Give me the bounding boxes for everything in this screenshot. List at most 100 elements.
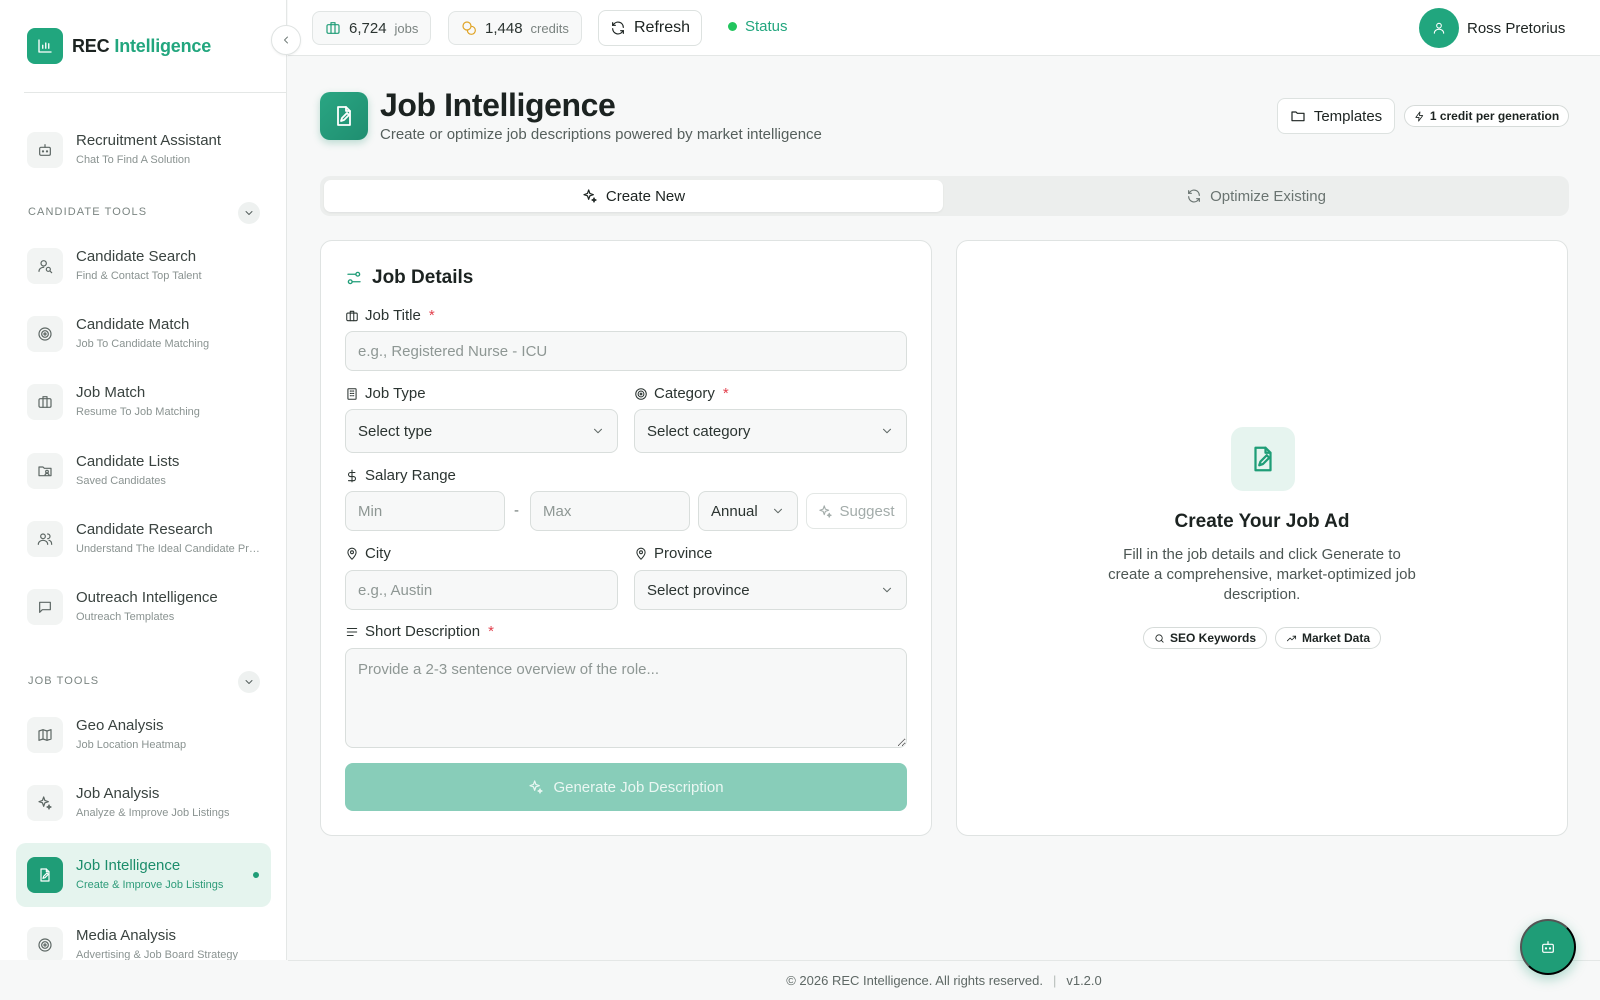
generate-job-description-button[interactable]: Generate Job Description [345,763,907,811]
sidebar-item-outreach-intelligence[interactable]: Outreach Intelligence Outreach Templates [16,575,271,639]
assistant-chat-button[interactable] [1520,919,1576,975]
active-indicator-dot [253,872,259,878]
sidebar-item-subtitle: Outreach Templates [76,611,175,623]
tab-label: Create New [605,187,686,205]
templates-label: Templates [1313,107,1383,125]
generate-label: Generate Job Description [553,778,724,796]
salary-period-value: Annual [711,502,758,520]
file-pen-icon [1231,427,1295,491]
sidebar-item-subtitle: Create & Improve Job Listings [76,879,224,891]
empty-state-text: Fill in the job details and click Genera… [1108,546,1416,603]
seo-keywords-chip: SEO Keywords [1143,627,1268,649]
province-select[interactable]: Select province [634,570,907,610]
map-pin-icon [347,547,357,560]
status-label: Status [745,18,788,35]
briefcase-icon [326,22,340,34]
salary-separator: - [514,502,519,519]
file-pen-icon [320,92,368,140]
user-name: Ross Pretorius [1467,19,1566,37]
category-value: Select category [647,422,751,440]
suggest-salary-button[interactable]: Suggest [806,493,907,529]
chevron-left-icon [284,36,288,44]
sidebar-collapse-button[interactable] [271,25,301,55]
sidebar-item-job-match[interactable]: Job Match Resume To Job Matching [16,370,271,434]
sidebar-item-candidate-lists[interactable]: Candidate Lists Saved Candidates [16,439,271,503]
sidebar-item-candidate-match[interactable]: Candidate Match Job To Candidate Matchin… [16,302,271,366]
version-text: v1.2.0 [1066,973,1102,988]
short-description-label: Short Description * [345,623,494,640]
short-description-textarea[interactable] [345,648,907,748]
status-indicator[interactable]: Status [728,18,788,35]
sidebar-item-title: Candidate Search [76,248,197,265]
file-pen-icon [27,857,63,893]
market-data-chip: Market Data [1275,627,1382,649]
sidebar-item-title: Candidate Lists [76,453,180,470]
sidebar-item-subtitle: Chat To Find A Solution [76,154,191,166]
empty-state-title: Create Your Job Ad [1174,511,1350,532]
category-label: Category * [634,385,729,402]
sidebar-item-job-intelligence[interactable]: Job Intelligence Create & Improve Job Li… [16,843,271,907]
trending-up-icon [1286,635,1297,641]
target-icon [27,316,63,352]
sidebar-item-job-analysis[interactable]: Job Analysis Analyze & Improve Job Listi… [16,771,271,835]
tab-create-new[interactable]: Create New [324,180,943,212]
city-input[interactable] [345,570,618,610]
brand-divider [24,92,286,93]
dollar-icon [347,469,357,482]
bar-chart-icon [27,28,63,64]
sidebar-item-subtitle: Find & Contact Top Talent [76,270,202,282]
sidebar-item-title: Job Match [76,384,146,401]
chevron-down-icon[interactable] [238,671,260,693]
city-label: City [345,545,391,562]
map-icon [27,717,63,753]
map-pin-icon [636,547,646,560]
copyright-text: © 2026 REC Intelligence. All rights rese… [786,973,1043,988]
templates-button[interactable]: Templates [1277,98,1395,134]
sidebar-item-title: Recruitment Assistant [76,132,222,149]
job-title-input[interactable] [345,331,907,371]
user-menu[interactable]: Ross Pretorius [1419,8,1565,48]
coins-icon [462,21,476,35]
sidebar-item-geo-analysis[interactable]: Geo Analysis Job Location Heatmap [16,703,271,767]
briefcase-icon [346,310,358,321]
sidebar-item-subtitle: Saved Candidates [76,475,166,487]
chevron-down-icon [773,508,783,514]
sidebar-item-media-analysis[interactable]: Media Analysis Advertising & Job Board S… [16,913,271,960]
chevron-down-icon [593,428,603,434]
briefcase-icon [27,384,63,420]
salary-range-label: Salary Range [345,467,456,484]
tab-optimize-existing[interactable]: Optimize Existing [947,180,1565,212]
province-label: Province [634,545,712,562]
salary-period-select[interactable]: Annual [698,491,798,531]
sidebar-item-recruitment-assistant[interactable]: Recruitment Assistant Chat To Find A Sol… [16,118,271,182]
target-icon [635,387,647,400]
tab-label: Optimize Existing [1210,187,1326,205]
bot-icon [27,132,63,168]
credit-cost-label: 1 credit per generation [1429,109,1560,123]
building-icon [347,387,357,400]
sidebar-item-title: Outreach Intelligence [76,589,218,606]
job-details-card: Job Details Job Title* Job Type Select t… [320,240,932,836]
category-select[interactable]: Select category [634,409,907,453]
brand[interactable]: REC Intelligence [27,28,211,64]
card-title: Job Details [345,267,473,289]
chevron-down-icon [882,428,892,434]
sliders-icon [345,269,363,287]
job-type-value: Select type [358,422,433,440]
sidebar: REC Intelligence Recruitment Assistant Ch… [0,0,287,960]
chevron-down-icon [882,587,892,593]
job-type-select[interactable]: Select type [345,409,618,453]
footer-divider: | [1052,973,1057,988]
sidebar-item-candidate-research[interactable]: Candidate Research Understand The Ideal … [16,507,271,571]
salary-min-input[interactable] [345,491,505,531]
refresh-button[interactable]: Refresh [598,10,702,46]
users-icon [27,521,63,557]
salary-max-input[interactable] [530,491,690,531]
sidebar-item-subtitle: Analyze & Improve Job Listings [76,807,230,819]
chevron-down-icon[interactable] [238,202,260,224]
sidebar-item-candidate-search[interactable]: Candidate Search Find & Contact Top Tale… [16,234,271,298]
suggest-label: Suggest [839,502,895,520]
target-icon [27,927,63,960]
sparkles-icon [27,785,63,821]
credit-cost-badge: 1 credit per generation [1404,105,1569,127]
